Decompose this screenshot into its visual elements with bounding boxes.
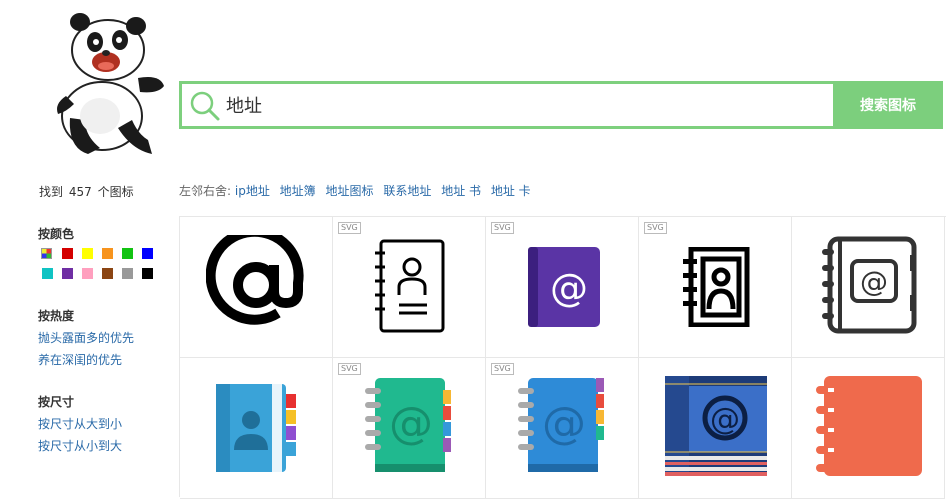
result-count-prefix: 找到 xyxy=(39,185,64,199)
size-filter-title: 按尺寸 xyxy=(38,395,75,409)
color-swatch[interactable] xyxy=(62,248,73,259)
search-box[interactable] xyxy=(179,81,836,129)
icon-cell[interactable]: SVG @ xyxy=(486,358,639,499)
panda-logo xyxy=(57,13,164,154)
icon-cell[interactable] xyxy=(792,358,945,499)
search-bar: 搜索图标 xyxy=(179,81,943,129)
color-swatch[interactable] xyxy=(122,268,133,279)
color-filter-title: 按颜色 xyxy=(38,227,75,241)
at-notebook-outline-icon: @ xyxy=(822,236,917,334)
svg-text:@: @ xyxy=(710,402,740,437)
related-search-link[interactable]: 地址簿 xyxy=(280,184,316,198)
related-searches-label: 左邻右舍: xyxy=(179,184,232,198)
color-swatch[interactable] xyxy=(102,268,113,279)
svg-text:@: @ xyxy=(550,266,588,310)
icon-cell[interactable]: @ xyxy=(639,358,792,499)
orange-notebook-icon xyxy=(816,376,922,476)
color-swatch[interactable] xyxy=(82,268,93,279)
related-searches: 左邻右舍: ip地址 地址簿 地址图标 联系地址 地址 书 地址 卡 xyxy=(179,182,537,199)
search-button[interactable]: 搜索图标 xyxy=(833,81,943,129)
blue-at-notebook-icon: @ xyxy=(518,378,604,472)
svg-badge: SVG xyxy=(491,222,514,234)
popularity-option-least[interactable]: 养在深闺的优先 xyxy=(38,351,122,368)
icon-cell[interactable]: @ xyxy=(792,217,945,358)
color-swatch[interactable] xyxy=(122,248,133,259)
icon-cell[interactable]: SVG @ xyxy=(333,358,486,499)
icon-cell[interactable]: SVG @ xyxy=(486,217,639,358)
color-swatch[interactable] xyxy=(62,268,73,279)
at-sign-icon xyxy=(206,235,304,325)
svg-badge: SVG xyxy=(644,222,667,234)
popularity-filter-title: 按热度 xyxy=(38,309,75,323)
svg-badge: SVG xyxy=(338,222,361,234)
search-icon xyxy=(190,91,220,121)
icon-grid: SVG SVG @ SVG @ SVG @ SVG @ @ xyxy=(179,216,946,499)
navy-at-book-icon: @ xyxy=(665,376,767,476)
contact-book-outline-icon xyxy=(375,239,445,333)
svg-text:@: @ xyxy=(389,398,433,449)
svg-badge: SVG xyxy=(491,363,514,375)
color-swatch[interactable] xyxy=(42,268,53,279)
color-swatch-multicolor[interactable] xyxy=(41,248,52,259)
result-count: 找到 457 个图标 xyxy=(38,183,135,200)
color-swatch[interactable] xyxy=(82,248,93,259)
result-count-suffix: 个图标 xyxy=(97,185,134,199)
green-at-notebook-icon: @ xyxy=(365,378,451,472)
popularity-option-most[interactable]: 抛头露面多的优先 xyxy=(38,329,134,346)
color-swatch[interactable] xyxy=(142,248,153,259)
related-search-link[interactable]: ip地址 xyxy=(235,184,270,198)
icon-cell[interactable] xyxy=(180,358,333,499)
svg-text:@: @ xyxy=(860,265,888,298)
related-search-link[interactable]: 地址图标 xyxy=(326,184,374,198)
result-count-number: 457 xyxy=(68,185,92,199)
search-input[interactable] xyxy=(226,89,816,121)
svg-badge: SVG xyxy=(338,363,361,375)
icon-cell[interactable] xyxy=(180,217,333,358)
icon-cell[interactable]: SVG xyxy=(639,217,792,358)
purple-at-book-icon: @ xyxy=(528,247,600,327)
blue-address-book-icon xyxy=(216,384,296,472)
related-search-link[interactable]: 地址 书 xyxy=(441,184,481,198)
size-option-asc[interactable]: 按尺寸从小到大 xyxy=(38,437,122,454)
size-option-desc[interactable]: 按尺寸从大到小 xyxy=(38,415,122,432)
color-swatch[interactable] xyxy=(102,248,113,259)
related-search-link[interactable]: 联系地址 xyxy=(383,184,431,198)
related-search-link[interactable]: 地址 卡 xyxy=(491,184,531,198)
svg-text:@: @ xyxy=(542,398,586,449)
icon-cell[interactable]: SVG xyxy=(333,217,486,358)
color-swatch[interactable] xyxy=(142,268,153,279)
contact-book-bold-icon xyxy=(683,247,750,327)
